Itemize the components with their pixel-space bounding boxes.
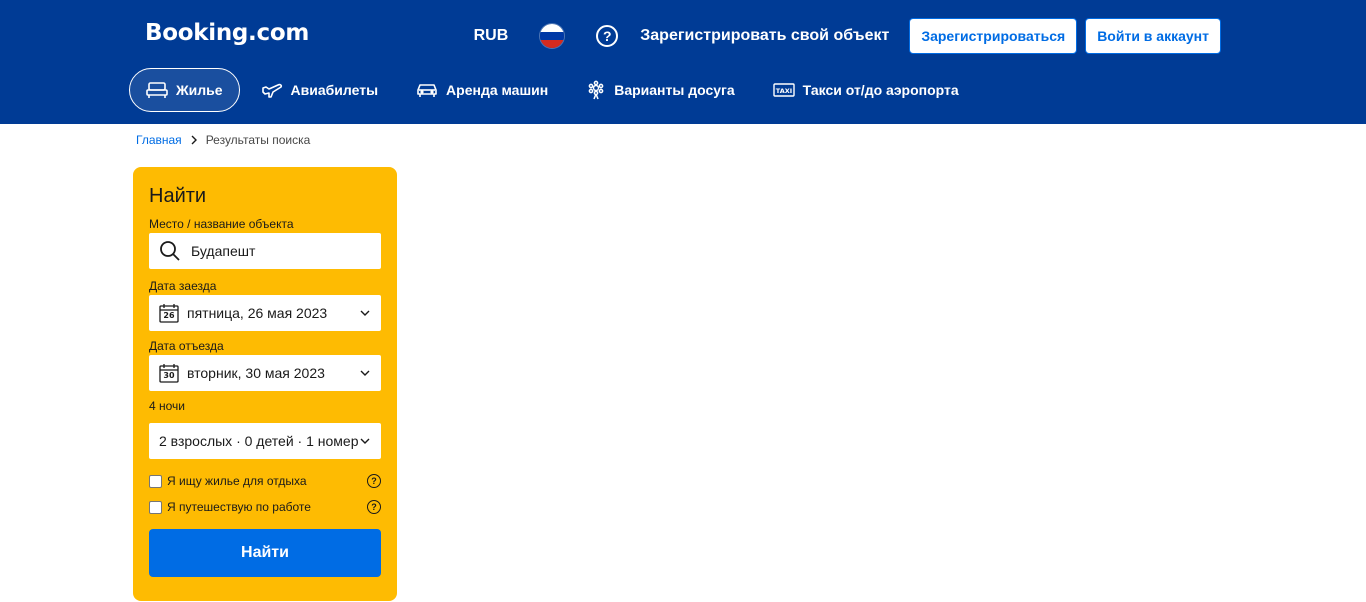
nav-item-flights[interactable]: Авиабилеты (244, 68, 396, 112)
leisure-option: Я ищу жилье для отдыха ? (149, 474, 381, 488)
calendar-day: 26 (163, 311, 175, 320)
register-property-link[interactable]: Зарегистрировать свой объект (640, 27, 889, 45)
checkout-date-select[interactable]: 30 вторник, 30 мая 2023 (149, 355, 381, 391)
search-title: Найти (149, 185, 207, 207)
checkin-value: пятница, 26 мая 2023 (187, 305, 328, 321)
nights-count: 4 ночи (149, 399, 185, 413)
svg-text:TAXI: TAXI (775, 87, 791, 95)
checkin-label: Дата заезда (149, 279, 217, 293)
search-icon (160, 241, 180, 261)
breadcrumb-home-link[interactable]: Главная (136, 133, 182, 147)
header-actions: RUB ? Зарегистрировать свой объект Зарег… (474, 18, 1221, 54)
nav-item-airport-taxi[interactable]: TAXI Такси от/до аэропорта (756, 68, 976, 112)
car-icon (417, 84, 437, 97)
taxi-icon: TAXI (772, 83, 795, 97)
checkout-value: вторник, 30 мая 2023 (187, 365, 325, 381)
main-nav: Жилье Авиабилеты Аренда машин Варианты д… (129, 68, 980, 112)
destination-input[interactable]: Будапешт (149, 233, 381, 269)
nav-label: Такси от/до аэропорта (802, 82, 959, 98)
guests-value: 2 взрослых · 0 детей · 1 номер (159, 433, 359, 449)
nav-label: Варианты досуга (614, 82, 735, 98)
destination-value: Будапешт (191, 243, 256, 259)
nav-item-attractions[interactable]: Варианты досуга (569, 68, 751, 112)
work-option: Я путешествую по работе ? (149, 500, 381, 514)
attractions-icon (588, 80, 604, 100)
leisure-label: Я ищу жилье для отдыха (167, 474, 307, 488)
plane-icon (261, 83, 282, 98)
top-header: Booking.com RUB ? Зарегистрировать свой … (0, 0, 1366, 124)
chevron-down-icon (359, 310, 371, 316)
language-flag-icon[interactable] (540, 24, 565, 48)
chevron-down-icon (359, 438, 371, 444)
guests-select[interactable]: 2 взрослых · 0 детей · 1 номер (149, 423, 381, 459)
search-panel: Найти Место / название объекта Будапешт … (133, 167, 397, 601)
booking-logo[interactable]: Booking.com (145, 20, 309, 46)
checkout-label: Дата отъезда (149, 339, 224, 353)
nav-label: Жилье (176, 82, 223, 98)
info-icon[interactable]: ? (367, 474, 381, 488)
chevron-down-icon (359, 370, 371, 376)
chevron-right-icon (191, 135, 197, 145)
login-button[interactable]: Войти в аккаунт (1085, 18, 1221, 54)
breadcrumb-current: Результаты поиска (205, 133, 311, 147)
register-button[interactable]: Зарегистрироваться (909, 18, 1078, 54)
breadcrumb: Главная Результаты поиска (136, 133, 310, 147)
calendar-icon: 30 (159, 363, 179, 383)
info-icon[interactable]: ? (367, 500, 381, 514)
bed-icon (146, 82, 168, 98)
work-label: Я путешествую по работе (167, 500, 311, 514)
checkin-date-select[interactable]: 26 пятница, 26 мая 2023 (149, 295, 381, 331)
help-icon[interactable]: ? (596, 25, 619, 47)
calendar-day: 30 (163, 371, 175, 380)
destination-label: Место / название объекта (149, 217, 294, 231)
currency-selector[interactable]: RUB (474, 27, 509, 45)
work-checkbox[interactable] (149, 500, 162, 514)
leisure-checkbox[interactable] (149, 474, 162, 488)
search-submit-button[interactable]: Найти (149, 529, 381, 577)
calendar-icon: 26 (159, 303, 179, 323)
nav-label: Авиабилеты (290, 82, 379, 98)
nav-item-car-rental[interactable]: Аренда машин (399, 68, 565, 112)
nav-label: Аренда машин (446, 82, 549, 98)
nav-item-stays[interactable]: Жилье (129, 68, 240, 112)
